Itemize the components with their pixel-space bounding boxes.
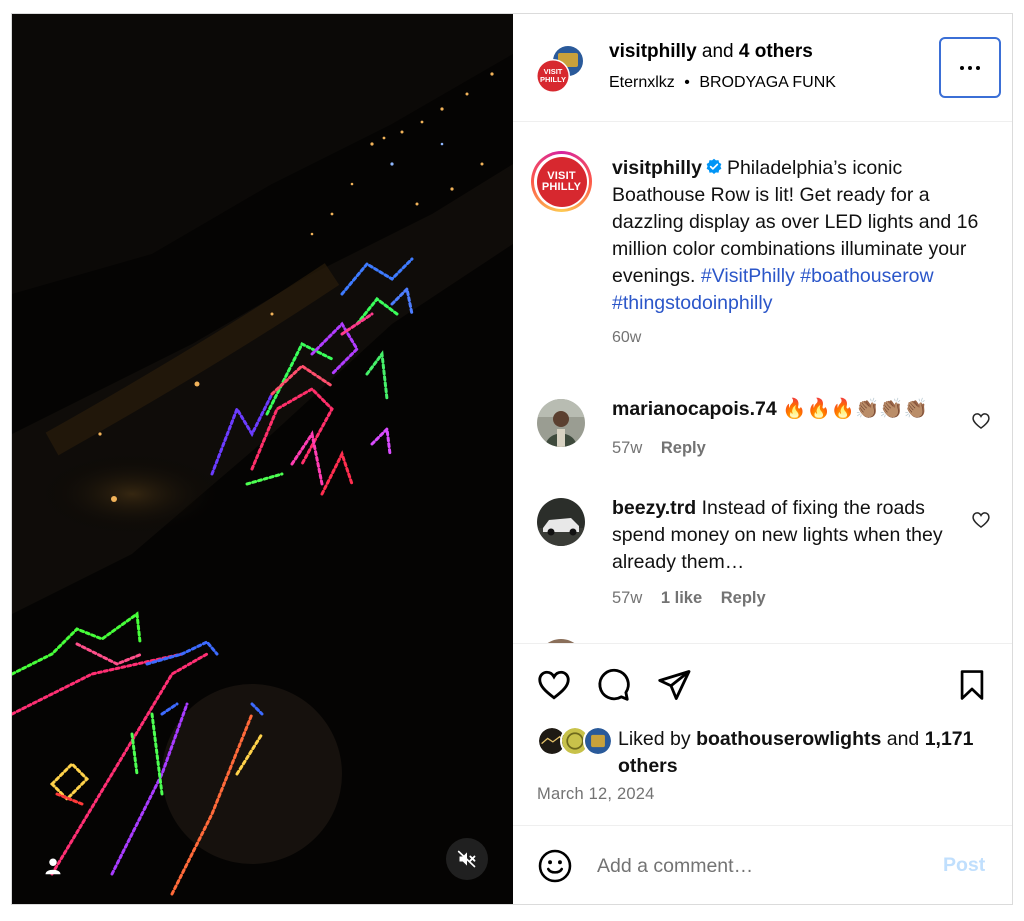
comment-text: beezy.trd Instead of fixing the roads sp… bbox=[612, 495, 952, 576]
hashtag-link[interactable]: #thingstodoinphilly bbox=[612, 292, 772, 314]
audio-attribution[interactable]: Eternxlkz • BRODYAGA FUNK bbox=[609, 74, 836, 92]
caption-author-avatar[interactable]: VISIT PHILLY bbox=[531, 151, 592, 212]
mute-toggle-button[interactable] bbox=[446, 838, 488, 880]
share-button[interactable] bbox=[655, 666, 693, 704]
commenter-photo bbox=[537, 498, 585, 546]
commenter-photo bbox=[537, 399, 585, 447]
comment-like-heart-icon[interactable] bbox=[971, 411, 991, 431]
boathouse-row-night-video-frame bbox=[12, 14, 513, 904]
audio-separator: • bbox=[684, 74, 690, 91]
comment-like-heart-icon[interactable] bbox=[971, 510, 991, 530]
more-options-button[interactable] bbox=[939, 37, 1001, 98]
comment-meta: 57w 1 like Reply bbox=[612, 589, 780, 608]
liker-avatar[interactable] bbox=[583, 726, 613, 756]
user-tag-button[interactable] bbox=[38, 851, 68, 881]
audio-artist[interactable]: Eternxlkz bbox=[609, 74, 675, 91]
person-icon bbox=[45, 858, 61, 875]
commenter-avatar[interactable] bbox=[537, 498, 585, 546]
comment-text: marianocapois.74 🔥🔥🔥👏🏽👏🏽👏🏽 bbox=[612, 396, 952, 423]
liked-by-joiner: and bbox=[886, 728, 920, 750]
collab-avatars[interactable]: VISIT PHILLY bbox=[535, 44, 585, 94]
save-button[interactable] bbox=[953, 666, 991, 704]
collab-avatar-group-icon: VISIT PHILLY bbox=[536, 46, 583, 93]
comments-scroll-area[interactable]: VISIT PHILLY visitphilly Philadelphia’s i… bbox=[513, 123, 1012, 643]
comment-username-link[interactable]: marianocapois.74 bbox=[612, 398, 777, 420]
collaborators-link[interactable]: 4 others bbox=[739, 41, 813, 62]
like-button[interactable] bbox=[535, 666, 573, 704]
comment-button[interactable] bbox=[594, 666, 632, 704]
owner-joiner: and bbox=[701, 41, 734, 62]
first-liker-link[interactable]: boathouserowlights bbox=[696, 728, 881, 750]
heart-icon bbox=[538, 670, 570, 700]
comment-age[interactable]: 57w bbox=[612, 439, 642, 457]
post-caption: visitphilly Philadelphia’s iconic Boathou… bbox=[612, 155, 997, 317]
comment-age[interactable]: 57w bbox=[612, 589, 642, 607]
hashtag-link[interactable]: #boathouserow bbox=[800, 265, 933, 287]
caption-username-link[interactable]: visitphilly bbox=[612, 157, 702, 179]
liked-by-prefix: Liked by bbox=[618, 728, 691, 750]
post-date[interactable]: March 12, 2024 bbox=[537, 785, 654, 804]
comment-input[interactable] bbox=[597, 850, 927, 882]
post-actions: Liked by boathouserowlights and 1,171 ot… bbox=[513, 643, 1012, 825]
post-video[interactable] bbox=[12, 14, 513, 904]
more-horizontal-icon bbox=[960, 65, 980, 70]
owner-username-link[interactable]: visitphilly bbox=[609, 41, 697, 62]
caption-timestamp[interactable]: 60w bbox=[612, 329, 641, 347]
post-owner-line: visitphilly and 4 others bbox=[609, 41, 813, 63]
speaker-muted-icon bbox=[457, 850, 476, 868]
verified-badge-icon bbox=[706, 158, 722, 175]
comment-body: 🔥🔥🔥👏🏽👏🏽👏🏽 bbox=[782, 398, 928, 420]
comment-bubble-icon bbox=[598, 668, 630, 701]
hashtag-link[interactable]: #VisitPhilly bbox=[701, 265, 795, 287]
post-comment-button[interactable]: Post bbox=[943, 854, 985, 877]
comment-meta: 57w Reply bbox=[612, 439, 720, 458]
post-header: VISIT PHILLY visitphilly and 4 others Et… bbox=[513, 14, 1012, 122]
smiley-face-icon[interactable] bbox=[537, 848, 573, 884]
audio-track[interactable]: BRODYAGA FUNK bbox=[699, 74, 836, 91]
paper-plane-icon bbox=[658, 670, 691, 700]
reply-button[interactable]: Reply bbox=[661, 439, 706, 457]
commenter-avatar[interactable] bbox=[537, 399, 585, 447]
bookmark-icon bbox=[960, 670, 984, 700]
add-comment-bar: Post bbox=[513, 825, 1012, 904]
visit-philly-logo: VISIT PHILLY bbox=[536, 156, 587, 207]
comment-username-link[interactable]: beezy.trd bbox=[612, 497, 696, 519]
comment-likes-count[interactable]: 1 like bbox=[661, 589, 702, 607]
liked-by-text: Liked by boathouserowlights and 1,171 ot… bbox=[618, 726, 978, 780]
reply-button[interactable]: Reply bbox=[721, 589, 766, 607]
likes-summary: Liked by boathouserowlights and 1,171 ot… bbox=[537, 726, 997, 782]
svg-text:PHILLY: PHILLY bbox=[540, 75, 566, 84]
post-details-panel: VISIT PHILLY visitphilly and 4 others Et… bbox=[513, 14, 1012, 904]
